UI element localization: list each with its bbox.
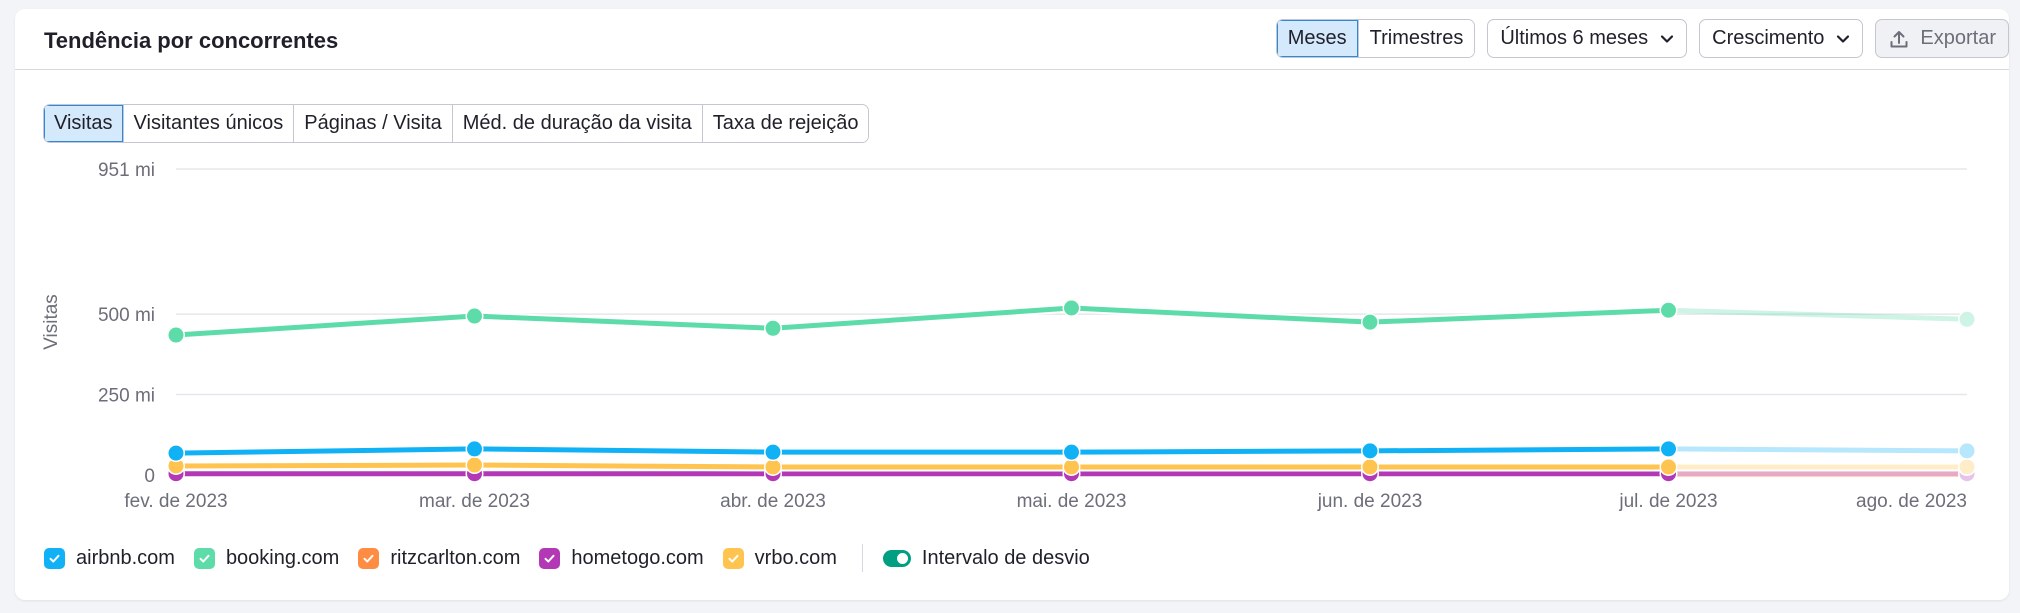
y-tick-label: 951 mi bbox=[98, 160, 155, 181]
visits-line-chart: 0 250 mi 500 mi 951 mi fev. de 2023 mar. de … bbox=[41, 160, 1976, 512]
data-point[interactable] bbox=[1362, 443, 1378, 459]
data-point[interactable] bbox=[467, 441, 482, 457]
y-tick-label: 500 mi bbox=[98, 305, 155, 326]
y-axis-label: Visitas bbox=[41, 294, 62, 350]
data-point[interactable] bbox=[1064, 444, 1079, 460]
data-point[interactable] bbox=[1959, 459, 1975, 475]
data-point[interactable] bbox=[765, 320, 781, 336]
data-point[interactable] bbox=[1661, 441, 1676, 457]
data-point[interactable] bbox=[1661, 302, 1676, 318]
y-tick-label: 250 mi bbox=[98, 386, 155, 407]
data-point[interactable] bbox=[467, 308, 482, 324]
data-point[interactable] bbox=[1362, 314, 1378, 330]
x-tick-label: ago. de 2023 bbox=[1856, 491, 1967, 512]
data-point[interactable] bbox=[765, 444, 781, 460]
chart-grid bbox=[176, 168, 1967, 396]
y-axis-ticks: 0 250 mi 500 mi 951 mi bbox=[98, 160, 155, 487]
data-point[interactable] bbox=[1959, 443, 1975, 459]
series-booking bbox=[167, 299, 1976, 345]
x-tick-label: abr. de 2023 bbox=[720, 491, 826, 512]
x-tick-label: jul. de 2023 bbox=[1618, 491, 1717, 512]
x-tick-label: jun. de 2023 bbox=[1317, 491, 1423, 512]
x-axis-ticks: fev. de 2023 mar. de 2023 abr. de 2023 mai.… bbox=[124, 491, 1967, 512]
series-line bbox=[175, 462, 1669, 470]
data-point[interactable] bbox=[1064, 300, 1079, 316]
data-point[interactable] bbox=[1064, 459, 1079, 475]
data-point[interactable] bbox=[467, 457, 482, 473]
chart-series bbox=[167, 299, 1976, 484]
data-point[interactable] bbox=[168, 327, 184, 343]
series-projected-line bbox=[1668, 446, 1968, 454]
x-tick-label: mai. de 2023 bbox=[1017, 491, 1127, 512]
data-point[interactable] bbox=[1661, 459, 1676, 475]
series-airbnb bbox=[167, 439, 1976, 463]
data-point[interactable] bbox=[1959, 311, 1975, 327]
y-tick-label: 0 bbox=[144, 466, 155, 487]
data-point[interactable] bbox=[168, 445, 184, 461]
data-point[interactable] bbox=[1362, 459, 1378, 475]
x-tick-label: mar. de 2023 bbox=[419, 491, 530, 512]
x-tick-label: fev. de 2023 bbox=[124, 491, 227, 512]
data-point[interactable] bbox=[765, 459, 781, 475]
